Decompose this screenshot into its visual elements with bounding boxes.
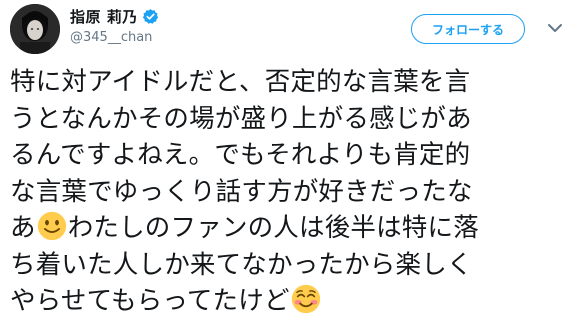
chevron-down-icon[interactable] — [545, 18, 565, 38]
tweet-text-line: 特に対アイドルだと、否定的な言葉を言 — [10, 67, 471, 97]
tweet-text-line: うとなんかその場が盛り上がる感じがあ — [10, 103, 472, 134]
slightly-smiling-face-emoji — [37, 211, 66, 241]
smiling-face-with-blush-emoji — [291, 284, 320, 314]
tweet-text-line: あ わたしのファンの人は後半は特に落 — [10, 210, 576, 247]
tweet-text-line: な言葉でゆっくり話す方が好きだったな — [10, 176, 473, 207]
tweet-text-segment: やらせてもらってたけど — [10, 286, 290, 316]
tweet-text-segment: あ — [10, 213, 36, 243]
display-name[interactable]: 指原 莉乃 — [70, 6, 138, 27]
tweet-text-line: ち着いた人しか来てなかったから楽しく — [10, 249, 473, 280]
user-names: 指原 莉乃 @345__chan — [70, 6, 159, 45]
tweet-text-line: やらせてもらってたけど — [10, 283, 576, 320]
display-name-row: 指原 莉乃 — [70, 6, 159, 26]
user-handle[interactable]: @345__chan — [70, 30, 159, 45]
tweet-text: 特に対アイドルだと、否定的な言葉を言 うとなんかその場が盛り上がる感じがあ るん… — [10, 64, 576, 320]
tweet-text-line: るんですよねえ。でもそれよりも肯定的 — [10, 140, 471, 170]
avatar[interactable] — [10, 4, 60, 54]
tweet-text-segment: わたしのファンの人は後半は特に落 — [67, 213, 479, 243]
tweet-card: 指原 莉乃 @345__chan フォローする 特に対アイドルだと、否定的な言葉… — [0, 0, 584, 316]
follow-button[interactable]: フォローする — [411, 14, 525, 44]
avatar-image — [10, 4, 60, 54]
tweet-header: 指原 莉乃 @345__chan フォローする — [10, 0, 574, 64]
verified-badge-icon — [142, 8, 159, 25]
